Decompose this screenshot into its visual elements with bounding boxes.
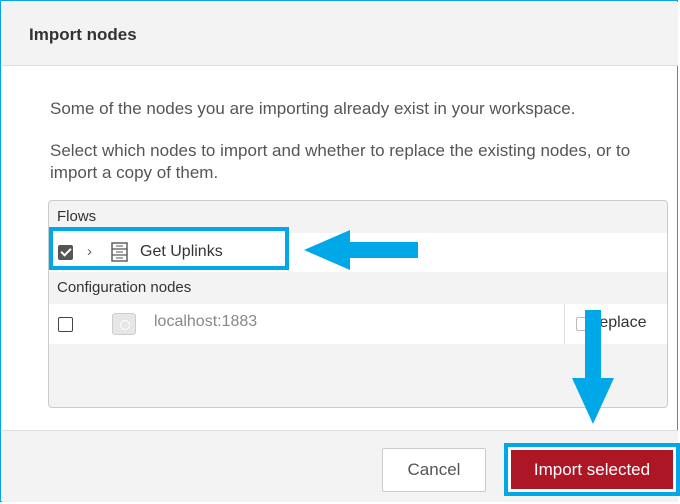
config-header-label: Configuration nodes — [57, 279, 192, 296]
replace-label: replace — [594, 314, 647, 331]
flows-header-label: Flows — [57, 208, 97, 225]
gear-icon — [112, 313, 136, 335]
import-selected-button[interactable]: Import selected — [511, 450, 673, 489]
dialog-titlebar: Import nodes — [2, 2, 678, 66]
dialog-title: Import nodes — [29, 25, 137, 44]
row-divider — [564, 304, 565, 344]
exists-message: Some of the nodes you are importing alre… — [50, 99, 576, 118]
config-section-header: Configuration nodes — [49, 272, 667, 304]
import-button-highlight: Import selected — [504, 443, 680, 496]
config-checkbox[interactable] — [58, 317, 73, 332]
config-node-label: localhost:1883 — [154, 313, 258, 330]
highlight-box-flow — [49, 227, 289, 270]
select-message: Select which nodes to import and whether… — [50, 141, 631, 182]
replace-checkbox[interactable] — [576, 317, 590, 331]
config-row-localhost[interactable]: localhost:1883 replace — [49, 304, 667, 344]
cancel-button[interactable]: Cancel — [382, 448, 486, 492]
